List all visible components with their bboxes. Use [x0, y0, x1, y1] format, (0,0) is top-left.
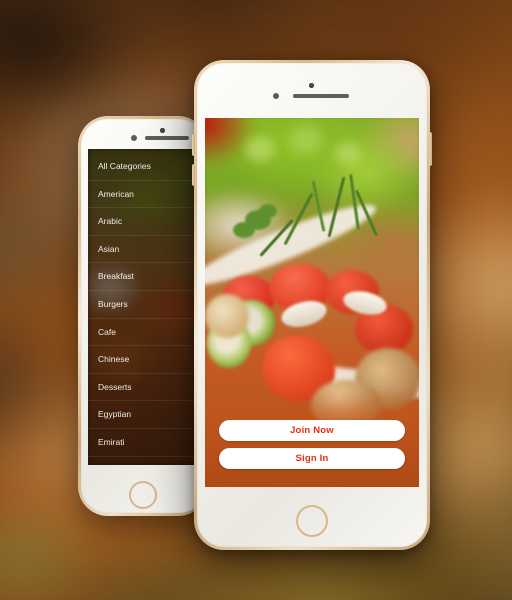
volume-down-button[interactable] — [192, 164, 195, 186]
proximity-sensor-icon — [131, 135, 137, 141]
category-menu-item[interactable]: Emirati — [88, 429, 198, 457]
power-button[interactable] — [429, 132, 432, 166]
category-menu-item[interactable]: All Categories — [88, 153, 198, 181]
category-menu-list[interactable]: All Categories American Arabic Asian Breakfa… — [88, 149, 198, 465]
category-menu-item[interactable]: Frozen Yogurt — [88, 457, 198, 466]
sign-in-button[interactable]: Sign In — [219, 448, 405, 469]
phone-front-body: Join Now Sign In — [197, 63, 427, 547]
category-menu-item[interactable]: Arabic — [88, 208, 198, 236]
category-menu-item[interactable]: Chinese — [88, 346, 198, 374]
earpiece-speaker-icon — [293, 94, 349, 98]
phone-back: All Categories American Arabic Asian Breakfa… — [78, 116, 208, 516]
front-phone-screen[interactable]: Join Now Sign In — [205, 118, 419, 487]
phone-back-body: All Categories American Arabic Asian Breakfa… — [81, 119, 205, 513]
phone-front: Join Now Sign In — [192, 60, 432, 550]
category-menu-item[interactable]: Desserts — [88, 374, 198, 402]
back-phone-screen[interactable]: All Categories American Arabic Asian Breakfa… — [88, 149, 198, 465]
category-menu-item[interactable]: Burgers — [88, 291, 198, 319]
home-button[interactable] — [129, 481, 157, 509]
category-menu-item[interactable]: American — [88, 181, 198, 209]
proximity-sensor-icon — [273, 93, 279, 99]
volume-up-button[interactable] — [192, 134, 195, 156]
home-button[interactable] — [296, 505, 328, 537]
front-camera-icon — [160, 128, 165, 133]
auth-button-group: Join Now Sign In — [219, 420, 405, 469]
front-camera-icon — [309, 83, 314, 88]
earpiece-speaker-icon — [145, 136, 189, 140]
food-photo: Join Now Sign In — [205, 118, 419, 487]
join-now-button[interactable]: Join Now — [219, 420, 405, 441]
category-menu-item[interactable]: Cafe — [88, 319, 198, 347]
category-menu-item[interactable]: Asian — [88, 236, 198, 264]
category-menu-item[interactable]: Breakfast — [88, 263, 198, 291]
category-menu-item[interactable]: Egyptian — [88, 401, 198, 429]
